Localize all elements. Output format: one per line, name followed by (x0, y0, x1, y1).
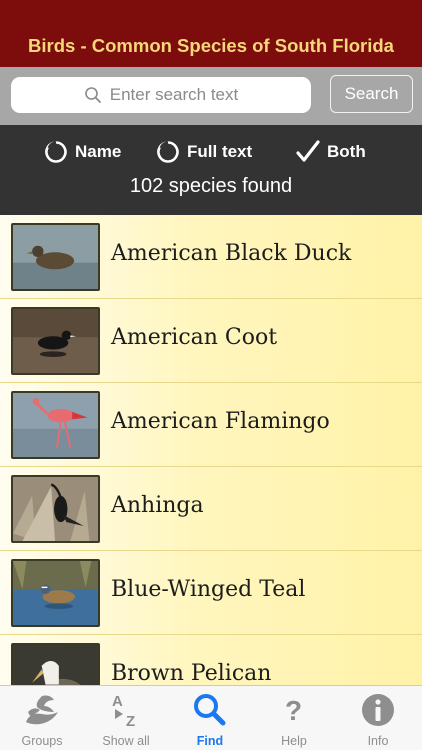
list-item[interactable]: Anhinga (0, 467, 422, 551)
tab-find-label: Find (196, 734, 224, 748)
radio-ring-icon (45, 141, 67, 163)
tab-info-label: Info (367, 734, 389, 748)
species-name: American Coot (111, 325, 278, 350)
svg-text:Z: Z (126, 713, 135, 728)
tab-bar: Groups A Z Show all Find ? Help Info (0, 685, 422, 750)
species-name: Blue-Winged Teal (111, 577, 306, 602)
list-item[interactable]: American Coot (0, 299, 422, 383)
list-item[interactable]: Blue-Winged Teal (0, 551, 422, 635)
bird-thumbnail (11, 643, 100, 685)
info-icon (360, 692, 396, 728)
radio-name-label: Name (75, 142, 122, 161)
tab-help[interactable]: ? Help (252, 686, 336, 750)
list-item[interactable]: American Black Duck (0, 215, 422, 299)
search-icon (84, 87, 101, 103)
radio-full-text[interactable]: Full text (156, 138, 252, 166)
bird-thumbnail (11, 391, 100, 459)
list-item[interactable]: Brown Pelican (0, 635, 422, 685)
radio-ring-icon (157, 141, 179, 163)
bird-thumbnail (11, 559, 100, 627)
tab-show-all[interactable]: A Z Show all (84, 686, 168, 750)
search-options: Name Full text Both 102 species found (0, 125, 422, 215)
tab-info[interactable]: Info (336, 686, 420, 750)
radio-both[interactable]: Both (295, 138, 366, 166)
species-name: American Black Duck (111, 241, 352, 266)
a-z-sort-icon: A Z (106, 692, 146, 728)
tab-find[interactable]: Find (168, 686, 252, 750)
bird-thumbnail (11, 223, 100, 291)
list-item[interactable]: American Flamingo (0, 383, 422, 467)
search-bar: Enter search text Search (0, 67, 422, 125)
species-name: Anhinga (111, 493, 204, 518)
search-button[interactable]: Search (330, 75, 413, 113)
radio-name[interactable]: Name (44, 138, 121, 166)
search-placeholder: Enter search text (109, 85, 239, 104)
tab-groups-label: Groups (21, 734, 63, 748)
birds-icon (20, 692, 64, 728)
search-input[interactable]: Enter search text (11, 77, 311, 113)
radio-both-label: Both (327, 142, 366, 161)
result-count: 102 species found (129, 175, 293, 197)
checkmark-icon (296, 140, 320, 162)
question-icon: ? (279, 692, 309, 728)
species-name: Brown Pelican (111, 661, 272, 685)
tab-help-label: Help (281, 734, 307, 748)
page-title: Birds - Common Species of South Florida (28, 35, 394, 56)
bird-thumbnail (11, 307, 100, 375)
species-list: American Black Duck American Coot Americ… (0, 215, 422, 685)
svg-text:A: A (112, 693, 123, 710)
species-name: American Flamingo (111, 409, 330, 434)
app-header: Birds - Common Species of South Florida (0, 0, 422, 67)
search-icon (192, 692, 228, 728)
svg-text:?: ? (285, 695, 302, 726)
radio-full-text-label: Full text (187, 142, 253, 161)
bird-thumbnail (11, 475, 100, 543)
tab-show-all-label: Show all (102, 734, 150, 748)
tab-groups[interactable]: Groups (0, 686, 84, 750)
